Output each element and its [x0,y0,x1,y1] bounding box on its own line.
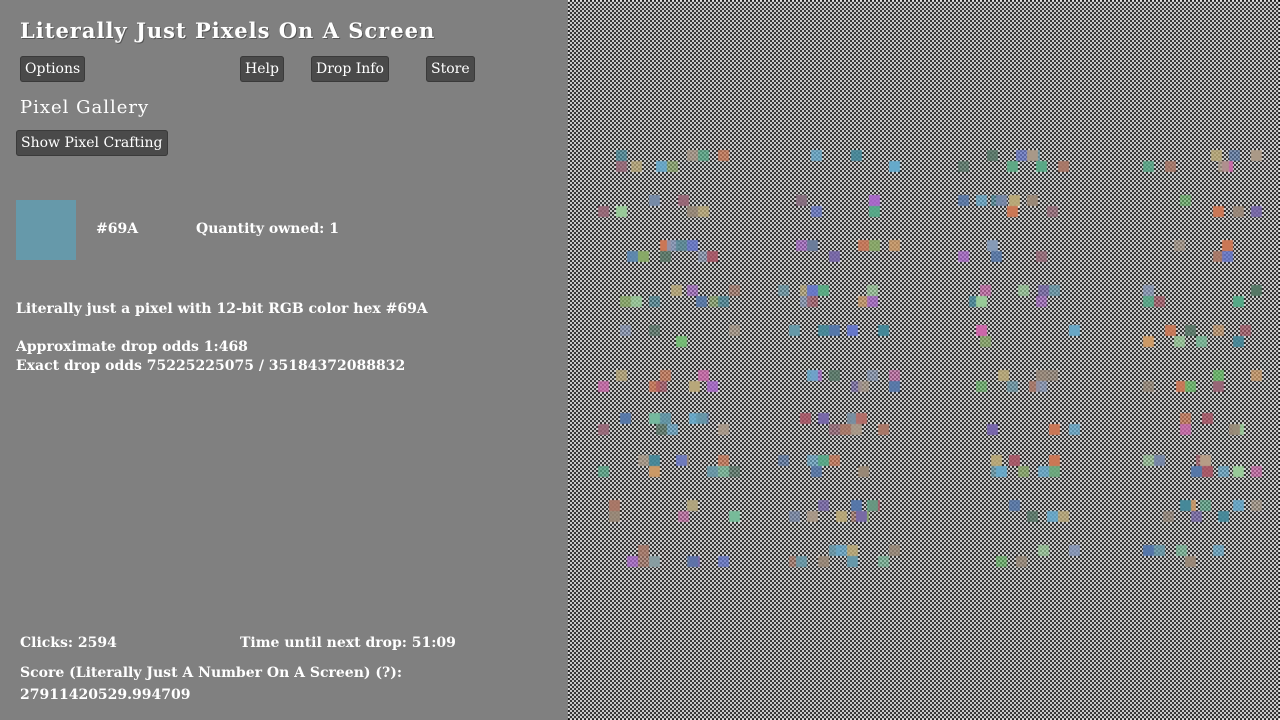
options-button[interactable]: Options [20,56,86,82]
drop-info-button[interactable]: Drop Info [311,56,389,82]
help-button[interactable]: Help [240,56,284,82]
pixel-screen-canvas[interactable] [568,0,1280,720]
pixel-swatch[interactable] [16,200,76,260]
show-pixel-crafting-button[interactable]: Show Pixel Crafting [16,130,168,156]
next-drop-timer: Time until next drop: 51:09 [240,635,456,651]
click-counter: Clicks: 2594 [20,635,117,651]
quantity-label: Quantity owned: [196,221,325,237]
exact-drop-odds: Exact drop odds 75225225075 / 3518437208… [16,358,406,374]
quantity-value: 1 [329,221,339,237]
control-panel: Literally Just Pixels On A Screen Option… [0,0,568,720]
score-label[interactable]: Score (Literally Just A Number On A Scre… [20,665,402,681]
app-title: Literally Just Pixels On A Screen [20,18,436,43]
app-root: Literally Just Pixels On A Screen Option… [0,0,1280,720]
gallery-heading: Pixel Gallery [20,97,150,118]
pixel-hex-code: #69A [96,221,139,237]
approximate-drop-odds: Approximate drop odds 1:468 [16,339,248,355]
quantity-owned: Quantity owned: 1 [196,221,339,237]
score-value: 27911420529.994709 [20,687,191,703]
store-button[interactable]: Store [426,56,475,82]
pixel-description: Literally just a pixel with 12-bit RGB c… [16,301,428,317]
